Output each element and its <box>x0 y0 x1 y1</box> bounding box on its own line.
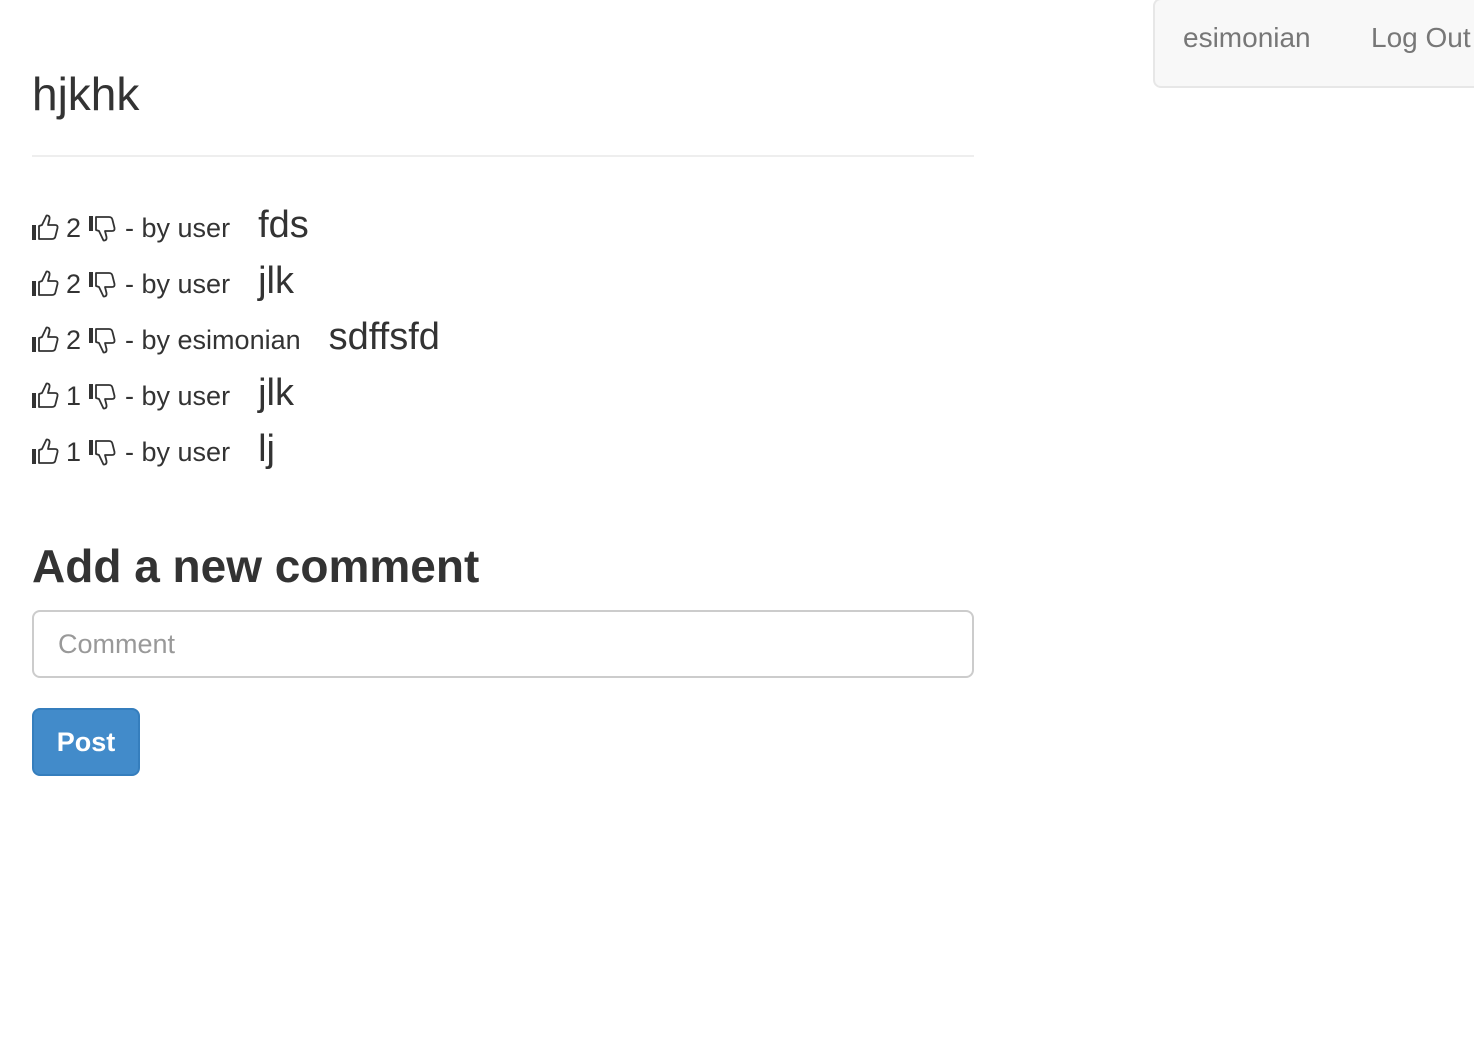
vote-score: 1 <box>66 380 82 411</box>
logout-link[interactable]: Log Out <box>1371 22 1471 54</box>
thumbs-up-icon[interactable] <box>30 381 60 411</box>
comment-item: 2 - by user jlk <box>30 256 972 312</box>
vote-score: 2 <box>66 212 82 243</box>
comment-text: jlk <box>258 371 294 414</box>
vote-score: 2 <box>66 324 82 355</box>
thumbs-down-icon[interactable] <box>87 437 117 467</box>
page-title: hjkhk <box>32 68 140 120</box>
thumbs-down-icon[interactable] <box>87 381 117 411</box>
comment-text: sdffsfd <box>328 315 440 358</box>
thumbs-up-icon[interactable] <box>30 269 60 299</box>
comment-item: 2 - by esimonian sdffsfd <box>30 312 972 368</box>
comment-author: - by esimonian <box>125 324 301 355</box>
vote-score: 1 <box>66 436 82 467</box>
comment-author: - by user <box>125 436 231 467</box>
comment-item: 1 - by user jlk <box>30 368 972 424</box>
nav-username-link[interactable]: esimonian <box>1183 22 1311 54</box>
thumbs-up-icon[interactable] <box>30 213 60 243</box>
comment-item: 2 - by user fds <box>30 200 972 256</box>
vote-score: 2 <box>66 268 82 299</box>
comment-text: jlk <box>258 259 294 302</box>
comment-author: - by user <box>125 212 231 243</box>
comment-list: 2 - by user fds 2 - by user jlk 2 - by e… <box>30 200 972 480</box>
comment-item: 1 - by user lj <box>30 424 972 480</box>
comment-text: fds <box>258 203 309 246</box>
add-comment-heading: Add a new comment <box>32 540 480 592</box>
comment-author: - by user <box>125 268 231 299</box>
title-divider <box>32 155 974 157</box>
thumbs-up-icon[interactable] <box>30 325 60 355</box>
thumbs-up-icon[interactable] <box>30 437 60 467</box>
comment-text: lj <box>258 427 275 470</box>
comment-author: - by user <box>125 380 231 411</box>
page: esimonian Log Out hjkhk 2 - by user fds <box>0 0 1474 1044</box>
comment-input[interactable] <box>32 610 974 678</box>
top-navbar: esimonian Log Out <box>1153 0 1474 88</box>
post-button[interactable]: Post <box>32 708 140 776</box>
thumbs-down-icon[interactable] <box>87 213 117 243</box>
thumbs-down-icon[interactable] <box>87 325 117 355</box>
thumbs-down-icon[interactable] <box>87 269 117 299</box>
